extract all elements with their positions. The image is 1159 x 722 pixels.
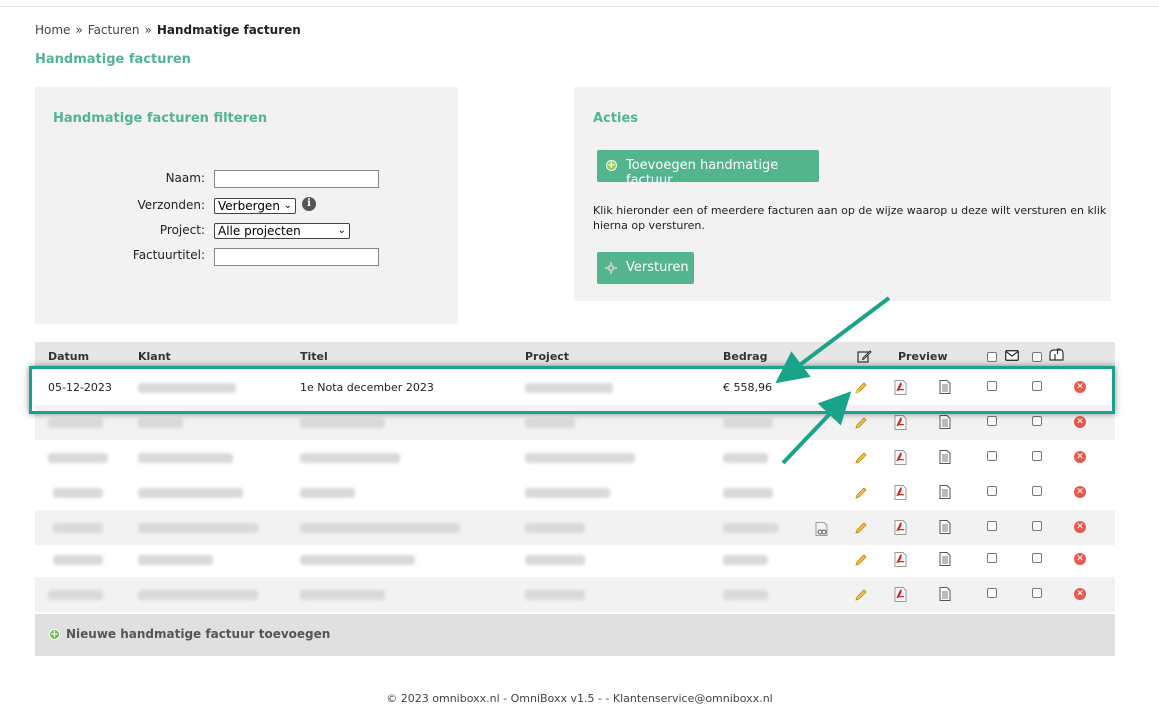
pdf-icon[interactable] xyxy=(894,587,907,602)
table-row[interactable]: ✕ xyxy=(35,475,1115,510)
row-highlight-annotation xyxy=(29,366,1115,414)
email-checkbox[interactable] xyxy=(987,486,997,496)
attachment-icon[interactable] xyxy=(815,522,829,536)
add-invoice-button[interactable]: + Toevoegen handmatige factuur xyxy=(597,150,819,188)
post-checkbox[interactable] xyxy=(1032,451,1042,461)
invoice-title-input[interactable] xyxy=(214,248,379,266)
delete-icon[interactable]: ✕ xyxy=(1074,416,1086,428)
header-date[interactable]: Datum xyxy=(48,350,89,363)
pencil-icon[interactable] xyxy=(854,588,868,602)
pdf-icon[interactable] xyxy=(894,552,907,567)
project-label: Project: xyxy=(159,223,205,237)
header-preview: Preview xyxy=(898,350,948,363)
table-row[interactable]: ✕ xyxy=(35,510,1115,545)
sent-select-value: Verbergen xyxy=(218,199,280,213)
post-checkbox[interactable] xyxy=(1032,588,1042,598)
delete-icon[interactable]: ✕ xyxy=(1074,553,1086,565)
pdf-icon[interactable] xyxy=(894,415,907,430)
project-select[interactable]: Alle projecten ⌄ xyxy=(214,223,350,239)
document-icon[interactable] xyxy=(939,485,951,499)
add-invoice-label: Toevoegen handmatige factuur xyxy=(626,158,779,188)
table-row[interactable]: ✕ xyxy=(35,440,1115,475)
table-header: Datum Klant Titel Project Bedrag Preview xyxy=(35,342,1115,368)
email-checkbox[interactable] xyxy=(987,521,997,531)
actions-panel: Acties + Toevoegen handmatige factuur Kl… xyxy=(574,87,1111,301)
pdf-icon[interactable] xyxy=(894,520,907,535)
add-new-invoice-link[interactable]: Nieuwe handmatige factuur toevoegen xyxy=(66,627,330,641)
filter-panel: Handmatige facturen filteren Naam: Verzo… xyxy=(35,87,458,324)
post-checkbox[interactable] xyxy=(1032,486,1042,496)
filter-row-project: Project: Alle projecten ⌄ xyxy=(35,223,458,243)
delete-icon[interactable]: ✕ xyxy=(1074,588,1086,600)
header-title[interactable]: Titel xyxy=(300,350,328,363)
pdf-icon[interactable] xyxy=(894,450,907,465)
document-icon[interactable] xyxy=(939,520,951,534)
gear-icon xyxy=(605,262,617,274)
header-amount[interactable]: Bedrag xyxy=(723,350,767,363)
document-icon[interactable] xyxy=(939,415,951,429)
document-icon[interactable] xyxy=(939,450,951,464)
mailbox-icon xyxy=(1049,348,1064,361)
breadcrumb: Home » Facturen » Handmatige facturen xyxy=(35,23,301,37)
email-checkbox[interactable] xyxy=(987,451,997,461)
filter-row-invoice-title: Factuurtitel: xyxy=(35,248,458,268)
document-icon[interactable] xyxy=(939,587,951,601)
breadcrumb-home[interactable]: Home xyxy=(35,23,70,37)
delete-icon[interactable]: ✕ xyxy=(1074,451,1086,463)
send-label: Versturen xyxy=(626,260,689,275)
document-icon[interactable] xyxy=(939,552,951,566)
project-select-value: Alle projecten xyxy=(218,224,301,238)
breadcrumb-separator: » xyxy=(75,23,83,37)
actions-instruction: Klik hieronder een of meerdere facturen … xyxy=(593,203,1113,233)
actions-title: Acties xyxy=(593,111,638,126)
email-checkbox[interactable] xyxy=(987,416,997,426)
envelope-icon xyxy=(1005,350,1019,361)
email-checkbox[interactable] xyxy=(987,588,997,598)
breadcrumb-current: Handmatige facturen xyxy=(156,23,301,37)
delete-icon[interactable]: ✕ xyxy=(1074,486,1086,498)
pdf-icon[interactable] xyxy=(894,485,907,500)
top-divider xyxy=(0,6,1159,7)
plus-icon: + xyxy=(49,629,60,640)
add-new-bar[interactable]: + Nieuwe handmatige factuur toevoegen xyxy=(35,614,1115,656)
filter-row-name: Naam: xyxy=(35,170,458,191)
delete-icon[interactable]: ✕ xyxy=(1074,521,1086,533)
pencil-icon[interactable] xyxy=(854,521,868,535)
select-all-email-checkbox[interactable] xyxy=(987,352,997,362)
pencil-icon[interactable] xyxy=(854,553,868,567)
sent-label: Verzonden: xyxy=(137,198,206,212)
filter-title: Handmatige facturen filteren xyxy=(53,111,268,126)
pencil-icon[interactable] xyxy=(854,486,868,500)
email-checkbox[interactable] xyxy=(987,553,997,563)
post-checkbox[interactable] xyxy=(1032,521,1042,531)
chevron-down-icon: ⌄ xyxy=(283,200,292,211)
send-button[interactable]: Versturen xyxy=(597,252,694,284)
sent-select[interactable]: Verbergen ⌄ xyxy=(214,198,296,214)
plus-icon: + xyxy=(606,160,617,171)
post-checkbox[interactable] xyxy=(1032,553,1042,563)
header-client[interactable]: Klant xyxy=(138,350,171,363)
actions-instruction-text: Klik hieronder een of meerdere facturen … xyxy=(593,204,1107,232)
invoice-title-label: Factuurtitel: xyxy=(132,248,205,262)
post-checkbox[interactable] xyxy=(1032,416,1042,426)
breadcrumb-facturen[interactable]: Facturen xyxy=(88,23,140,37)
name-input[interactable] xyxy=(214,170,379,188)
name-label: Naam: xyxy=(165,171,205,185)
edit-header-icon xyxy=(857,350,872,363)
table-row[interactable]: ✕ xyxy=(35,577,1115,612)
chevron-down-icon: ⌄ xyxy=(337,225,346,236)
table-row[interactable]: ✕ xyxy=(35,542,1115,577)
header-project[interactable]: Project xyxy=(525,350,569,363)
copyright: © 2023 omniboxx.nl - OmniBoxx v1.5 - - K… xyxy=(386,692,773,705)
pencil-icon[interactable] xyxy=(854,416,868,430)
breadcrumb-separator: » xyxy=(144,23,152,37)
page-title: Handmatige facturen xyxy=(35,52,191,67)
info-icon[interactable]: i xyxy=(302,197,316,211)
select-all-post-checkbox[interactable] xyxy=(1032,352,1042,362)
pencil-icon[interactable] xyxy=(854,451,868,465)
filter-row-sent: Verzonden: Verbergen ⌄ i xyxy=(35,197,458,218)
